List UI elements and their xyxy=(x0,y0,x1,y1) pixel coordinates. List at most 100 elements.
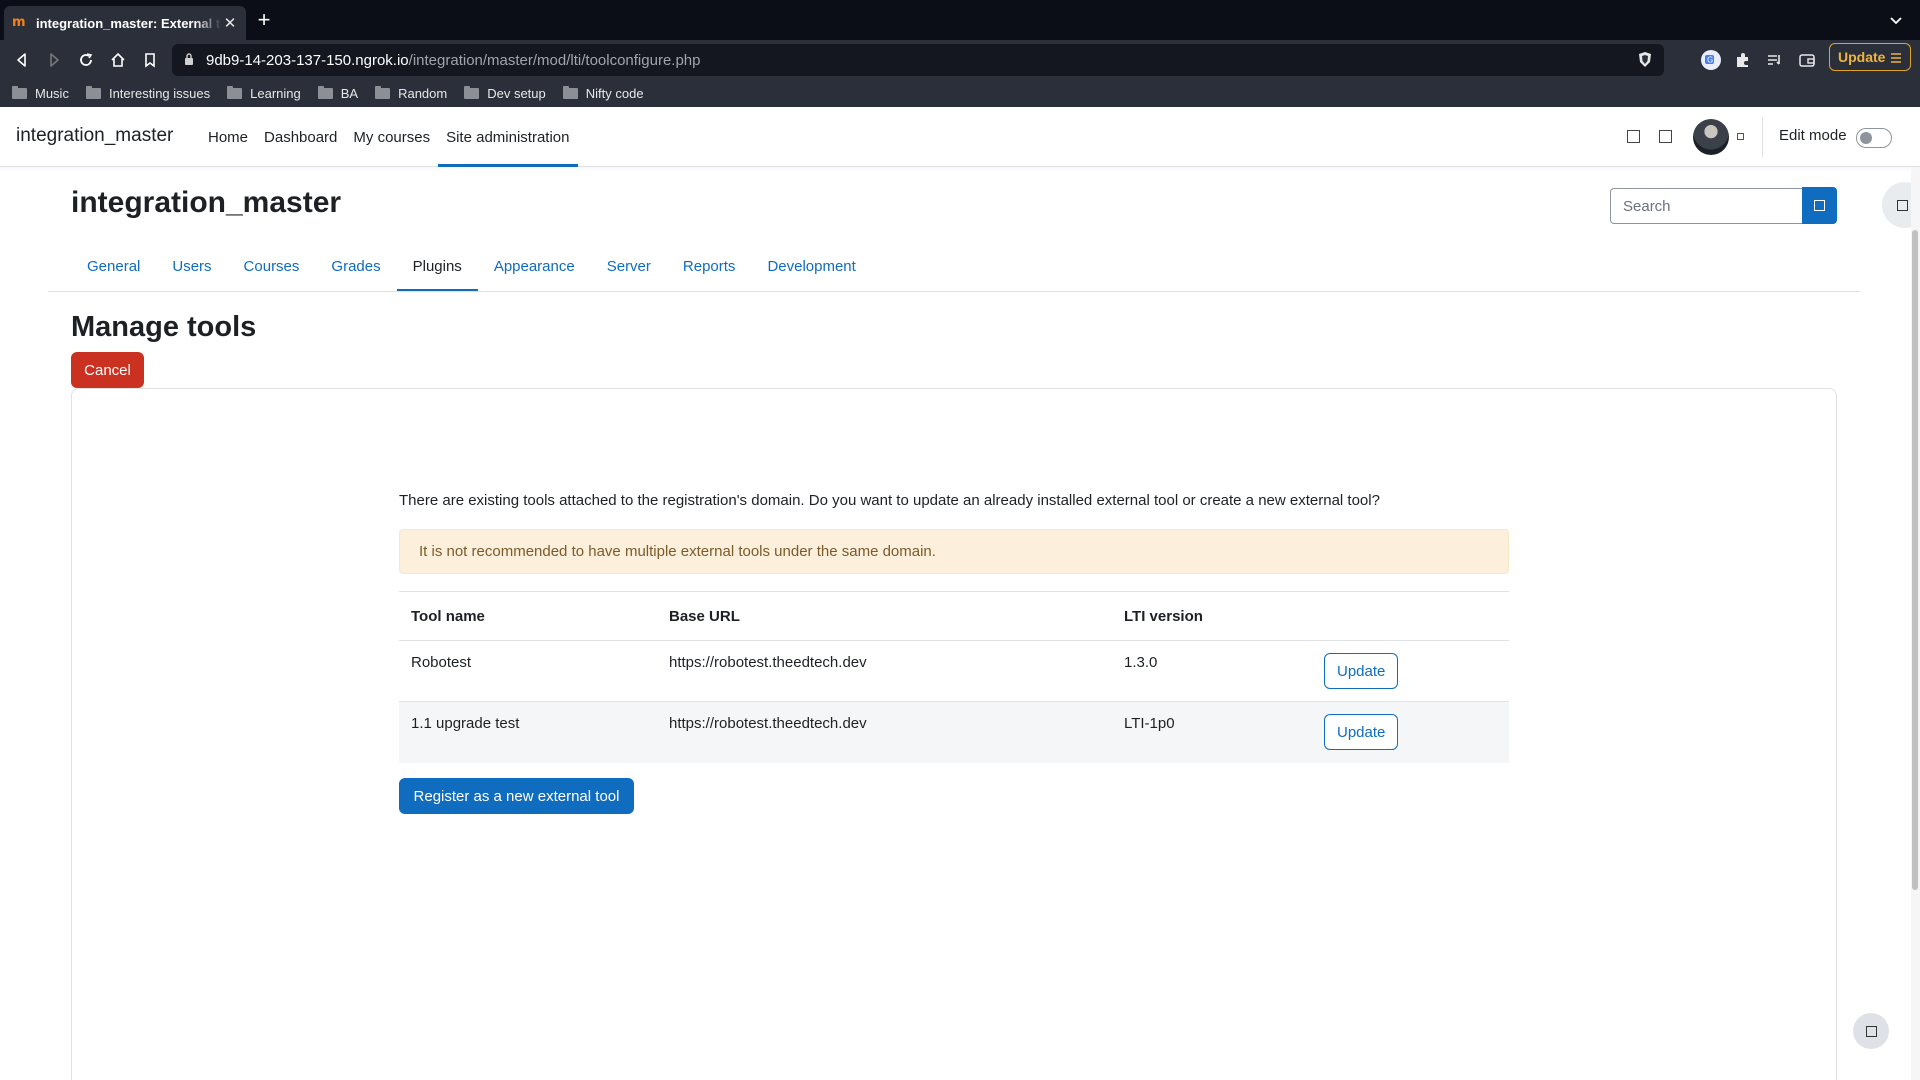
nav-item-dashboard[interactable]: Dashboard xyxy=(256,107,345,167)
tab-users[interactable]: Users xyxy=(156,240,227,292)
navbar-divider xyxy=(1762,117,1763,157)
table-row: 1.1 upgrade test https://robotest.theedt… xyxy=(399,701,1509,763)
reading-list-icon[interactable] xyxy=(1763,48,1787,72)
site-name-link[interactable]: integration_master xyxy=(16,125,173,147)
extensions-puzzle-icon[interactable] xyxy=(1731,48,1755,72)
folder-icon xyxy=(562,85,578,99)
folder-icon xyxy=(464,85,480,99)
new-tab-button[interactable]: + xyxy=(252,9,276,33)
lti-version-cell: 1.3.0 xyxy=(1112,640,1312,702)
url-host: 9db9-14-203-137-150.ngrok.io xyxy=(206,51,409,69)
bookmark-folder-dev-setup[interactable]: Dev setup xyxy=(464,85,546,101)
folder-icon xyxy=(12,85,27,99)
primary-navigation: Home Dashboard My courses Site administr… xyxy=(200,107,578,167)
tab-development[interactable]: Development xyxy=(751,240,871,292)
brave-shield-icon[interactable] xyxy=(1636,51,1654,69)
home-icon[interactable] xyxy=(104,46,132,74)
base-url-cell: https://robotest.theedtech.dev xyxy=(657,701,1112,763)
column-header-tool-name: Tool name xyxy=(399,591,657,641)
base-url-cell: https://robotest.theedtech.dev xyxy=(657,640,1112,702)
tab-server[interactable]: Server xyxy=(591,240,667,292)
actions-cell: Update xyxy=(1312,640,1509,702)
translate-extension-icon[interactable]: G xyxy=(1699,48,1723,72)
secondary-nav-divider xyxy=(48,291,1860,292)
register-new-tool-button[interactable]: Register as a new external tool xyxy=(399,778,634,814)
reload-icon[interactable] xyxy=(72,46,100,74)
user-avatar[interactable] xyxy=(1693,119,1729,155)
site-navbar: integration_master Home Dashboard My cou… xyxy=(0,107,1920,167)
tab-title: integration_master: External tool xyxy=(36,15,222,31)
folder-icon xyxy=(227,85,243,99)
bookmark-label: Interesting issues xyxy=(108,85,211,101)
messages-icon[interactable] xyxy=(1659,130,1672,143)
nav-item-my-courses[interactable]: My courses xyxy=(345,107,438,167)
page-title: integration_master xyxy=(71,186,342,219)
search-button[interactable] xyxy=(1802,187,1837,224)
bookmark-folder-music[interactable]: Music xyxy=(12,85,69,101)
hamburger-menu-icon xyxy=(1890,51,1902,67)
admin-search-input[interactable] xyxy=(1610,188,1803,224)
edit-mode-label: Edit mode xyxy=(1779,127,1847,144)
tool-name-cell: Robotest xyxy=(399,640,657,702)
bookmark-label: Learning xyxy=(250,85,301,101)
tool-name-cell: 1.1 upgrade test xyxy=(399,701,657,763)
cancel-button[interactable]: Cancel xyxy=(71,352,144,388)
tab-appearance[interactable]: Appearance xyxy=(478,240,591,292)
back-icon[interactable] xyxy=(8,46,36,74)
moodle-favicon-icon: m xyxy=(12,15,26,30)
bookmark-icon[interactable] xyxy=(136,46,164,74)
wallet-icon[interactable] xyxy=(1795,48,1819,72)
edit-mode-toggle[interactable] xyxy=(1856,128,1892,148)
column-header-actions xyxy=(1312,591,1509,641)
existing-tools-message: There are existing tools attached to the… xyxy=(399,492,1380,509)
search-icon xyxy=(1814,200,1825,211)
lti-version-cell: LTI-1p0 xyxy=(1112,701,1312,763)
bookmark-label: Random xyxy=(398,85,448,101)
svg-text:G: G xyxy=(1707,56,1713,65)
browser-tab-bar: m integration_master: External tool ✕ + xyxy=(0,0,1920,40)
browser-update-button[interactable]: Update xyxy=(1829,43,1911,71)
tab-reports[interactable]: Reports xyxy=(667,240,752,292)
tab-plugins[interactable]: Plugins xyxy=(396,240,479,292)
browser-update-label: Update xyxy=(1838,49,1886,65)
bookmarks-bar: Music Interesting issues Learning BA Ran… xyxy=(0,80,661,106)
bookmark-folder-nifty-code[interactable]: Nifty code xyxy=(562,85,644,101)
page-scrollbar-thumb[interactable] xyxy=(1912,230,1918,890)
bookmark-folder-interesting-issues[interactable]: Interesting issues xyxy=(85,85,211,101)
nav-item-site-administration[interactable]: Site administration xyxy=(438,107,578,167)
column-header-base-url: Base URL xyxy=(657,591,1112,641)
folder-icon xyxy=(375,85,391,99)
section-title: Manage tools xyxy=(71,311,257,343)
footer-popover-button[interactable] xyxy=(1853,1013,1889,1049)
user-menu-caret-icon[interactable] xyxy=(1737,133,1744,140)
drawer-icon xyxy=(1897,199,1908,211)
nav-item-home[interactable]: Home xyxy=(200,107,256,167)
update-tool-button[interactable]: Update xyxy=(1324,714,1399,750)
existing-tools-table: Tool name Base URL LTI version Robotest … xyxy=(399,591,1509,763)
tab-list-chevron-icon[interactable] xyxy=(1886,10,1906,30)
secondary-navigation: General Users Courses Grades Plugins App… xyxy=(71,240,872,292)
bookmark-label: BA xyxy=(340,85,359,101)
close-tab-icon[interactable]: ✕ xyxy=(222,14,238,32)
browser-tab-active[interactable]: m integration_master: External tool ✕ xyxy=(4,6,246,40)
bookmark-folder-learning[interactable]: Learning xyxy=(227,85,301,101)
actions-cell: Update xyxy=(1312,701,1509,763)
bookmark-label: Nifty code xyxy=(585,85,644,101)
bookmark-label: Dev setup xyxy=(487,85,546,101)
bookmark-folder-random[interactable]: Random xyxy=(375,85,448,101)
table-header-row: Tool name Base URL LTI version xyxy=(399,591,1509,641)
update-tool-button[interactable]: Update xyxy=(1324,653,1399,689)
bookmark-label: Music xyxy=(35,85,69,101)
tab-grades[interactable]: Grades xyxy=(315,240,396,292)
column-header-lti-version: LTI version xyxy=(1112,591,1312,641)
tab-courses[interactable]: Courses xyxy=(228,240,316,292)
table-row: Robotest https://robotest.theedtech.dev … xyxy=(399,640,1509,702)
notifications-icon[interactable] xyxy=(1627,130,1640,143)
forward-icon[interactable] xyxy=(40,46,68,74)
url-path: /integration/master/mod/lti/toolconfigur… xyxy=(408,51,701,69)
bookmark-folder-ba[interactable]: BA xyxy=(317,85,359,101)
help-icon xyxy=(1865,1025,1877,1037)
folder-icon xyxy=(317,85,333,99)
address-bar[interactable]: 9db9-14-203-137-150.ngrok.io/integration… xyxy=(172,44,1664,76)
tab-general[interactable]: General xyxy=(71,240,156,292)
